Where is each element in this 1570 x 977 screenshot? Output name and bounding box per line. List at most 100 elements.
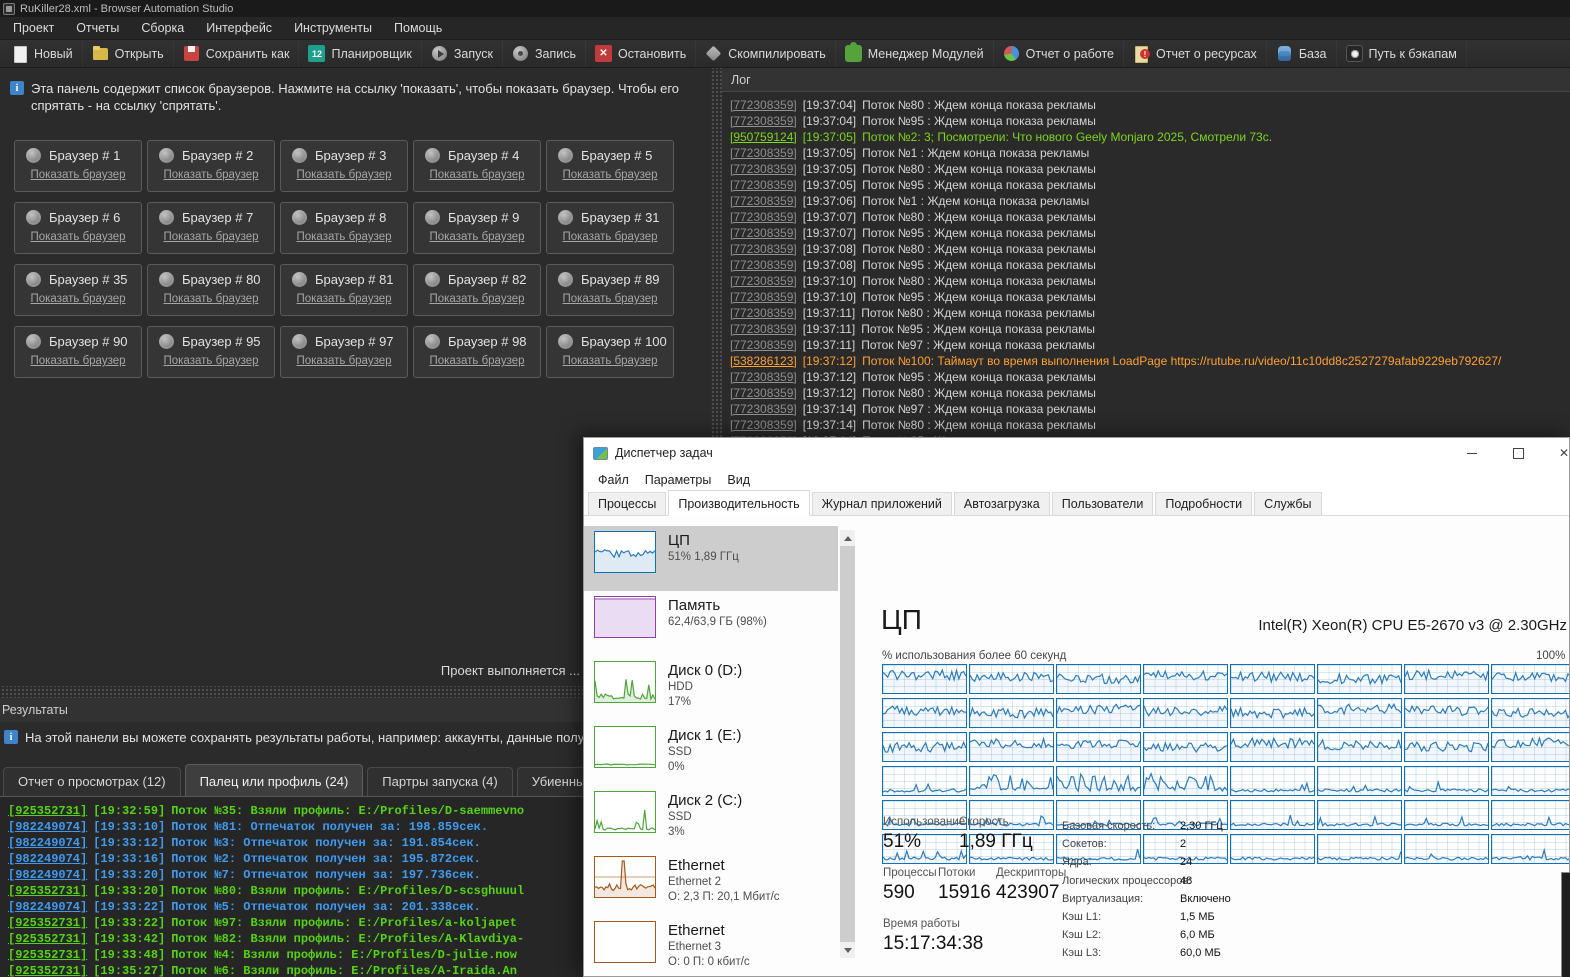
show-browser-link[interactable]: Показать браузер (414, 169, 540, 181)
tm-tab-1[interactable]: Процессы (588, 492, 667, 516)
menu-item-5[interactable]: Инструменты (283, 17, 383, 39)
results-tab-1[interactable]: Отчет о просмотрах (12) (3, 767, 181, 796)
result-entry-id-link[interactable]: [982249074] (8, 900, 87, 914)
tm-tab-5[interactable]: Пользователи (1051, 492, 1154, 516)
toolbar-button-scheduler[interactable]: 12 Планировщик (299, 40, 422, 67)
sidebar-item-cpu[interactable]: ЦП 51% 1,89 ГГц (584, 526, 838, 591)
show-browser-link[interactable]: Показать браузер (15, 355, 141, 367)
result-entry-id-link[interactable]: [925352731] (8, 964, 87, 977)
tm-tab-2[interactable]: Производительность (668, 490, 810, 516)
show-browser-link[interactable]: Показать браузер (148, 169, 274, 181)
toolbar-button-open-folder[interactable]: Открыть (83, 40, 174, 67)
sidebar-item-disk-2[interactable]: Диск 2 (C:) SSD 3% (584, 786, 838, 851)
toolbar-button-modules-puzzle[interactable]: Менеджер Модулей (836, 40, 994, 67)
log-entry-id-link[interactable]: [772308359] (730, 274, 797, 288)
log-entry-id-link[interactable]: [772308359] (730, 178, 797, 192)
toolbar-button-save-as[interactable]: Сохранить как (174, 40, 300, 67)
log-entry-id-link[interactable]: [772308359] (730, 418, 797, 432)
toolbar-button-backup-clock[interactable]: Путь к бэкапам (1337, 40, 1467, 67)
result-entry-id-link[interactable]: [925352731] (8, 884, 87, 898)
log-entry-id-link[interactable]: [772308359] (730, 322, 797, 336)
result-entry-id-link[interactable]: [925352731] (8, 804, 87, 818)
tm-menu-item-2[interactable]: Параметры (637, 473, 720, 487)
log-entry-id-link[interactable]: [772308359] (730, 210, 797, 224)
log-entry-id-link[interactable]: [772308359] (730, 290, 797, 304)
tm-tab-6[interactable]: Подробности (1155, 492, 1253, 516)
log-entry-id-link[interactable]: [772308359] (730, 402, 797, 416)
toolbar-button-record[interactable]: Запись (503, 40, 586, 67)
log-entry-id-link[interactable]: [538286123] (730, 354, 797, 368)
show-browser-link[interactable]: Показать браузер (281, 231, 407, 243)
show-browser-link[interactable]: Показать браузер (547, 169, 673, 181)
show-browser-link[interactable]: Показать браузер (414, 231, 540, 243)
show-browser-link[interactable]: Показать браузер (281, 355, 407, 367)
tm-tab-3[interactable]: Журнал приложений (811, 492, 952, 516)
tm-tab-4[interactable]: Автозагрузка (953, 492, 1050, 516)
toolbar-button-compile-cube[interactable]: Скомпилировать (696, 40, 836, 67)
log-entry-id-link[interactable]: [772308359] (730, 386, 797, 400)
log-entry-id-link[interactable]: [772308359] (730, 98, 797, 112)
toolbar-button-stop[interactable]: Остановить (586, 40, 697, 67)
log-entry-id-link[interactable]: [772308359] (730, 306, 797, 320)
result-entry-id-link[interactable]: [982249074] (8, 852, 87, 866)
menu-item-6[interactable]: Помощь (383, 17, 453, 39)
log-entry-id-link[interactable]: [772308359] (730, 114, 797, 128)
log-entry-id-link[interactable]: [772308359] (730, 242, 797, 256)
toolbar-button-resource-report-warning[interactable]: Отчет о ресурсах (1124, 40, 1267, 67)
menu-item-4[interactable]: Интерфейс (195, 17, 283, 39)
show-browser-link[interactable]: Показать браузер (281, 169, 407, 181)
show-browser-link[interactable]: Показать браузер (547, 293, 673, 305)
sidebar-item-disk-0[interactable]: Диск 0 (D:) HDD 17% (584, 656, 838, 721)
menu-item-3[interactable]: Сборка (130, 17, 195, 39)
tm-titlebar[interactable]: Диспетчер задач (584, 438, 1569, 468)
show-browser-link[interactable]: Показать браузер (15, 231, 141, 243)
maximize-button[interactable] (1495, 438, 1541, 468)
show-browser-link[interactable]: Показать браузер (15, 169, 141, 181)
results-tab-2[interactable]: Палец или профиль (24) (184, 764, 364, 796)
sidebar-item-disk-1[interactable]: Диск 1 (E:) SSD 0% (584, 721, 838, 786)
result-entry-id-link[interactable]: [982249074] (8, 868, 87, 882)
show-browser-link[interactable]: Показать браузер (547, 355, 673, 367)
sidebar-item-ethernet-2[interactable]: Ethernet Ethernet 2 О: 2,3 П: 20,1 Мбит/с (584, 851, 838, 916)
close-button[interactable] (1541, 438, 1569, 468)
log-entry-id-link[interactable]: [950759124] (730, 130, 797, 144)
results-tab-4[interactable]: Убиенные прокси (516, 767, 583, 796)
menu-item-2[interactable]: Отчеты (65, 17, 130, 39)
menu-item-1[interactable]: Проект (2, 17, 65, 39)
sidebar-item-ethernet-3[interactable]: Ethernet Ethernet 3 О: 0 П: 0 кбит/с (584, 916, 838, 976)
show-browser-link[interactable]: Показать браузер (414, 293, 540, 305)
log-entry-id-link[interactable]: [772308359] (730, 338, 797, 352)
show-browser-link[interactable]: Показать браузер (414, 355, 540, 367)
show-browser-link[interactable]: Показать браузер (148, 355, 274, 367)
log-entry-id-link[interactable]: [772308359] (730, 194, 797, 208)
sidebar-item-memory[interactable]: Память 62,4/63,9 ГБ (98%) (584, 591, 838, 656)
result-entry-id-link[interactable]: [925352731] (8, 948, 87, 962)
show-browser-link[interactable]: Показать браузер (148, 293, 274, 305)
minimize-button[interactable] (1449, 438, 1495, 468)
scroll-down-icon[interactable] (840, 942, 855, 958)
tm-menu-item-3[interactable]: Вид (719, 473, 758, 487)
show-browser-link[interactable]: Показать браузер (15, 293, 141, 305)
tm-sidebar-scrollbar[interactable] (840, 530, 855, 958)
result-entry-id-link[interactable]: [982249074] (8, 836, 87, 850)
toolbar-button-database[interactable]: База (1267, 40, 1337, 67)
results-tab-3[interactable]: Партры запуска (4) (367, 767, 513, 796)
tm-menu-item-1[interactable]: Файл (590, 473, 637, 487)
log-entry-id-link[interactable]: [772308359] (730, 146, 797, 160)
tm-tab-7[interactable]: Службы (1254, 492, 1322, 516)
show-browser-link[interactable]: Показать браузер (281, 293, 407, 305)
log-entry-id-link[interactable]: [772308359] (730, 258, 797, 272)
toolbar-button-run[interactable]: Запуск (422, 40, 503, 67)
result-entry-id-link[interactable]: [982249074] (8, 820, 87, 834)
log-entry-id-link[interactable]: [772308359] (730, 370, 797, 384)
result-entry-id-link[interactable]: [925352731] (8, 916, 87, 930)
toolbar-button-work-report-pie[interactable]: Отчет о работе (994, 40, 1125, 67)
result-entry-id-link[interactable]: [925352731] (8, 932, 87, 946)
scrollbar-thumb[interactable] (840, 546, 855, 942)
log-entry-id-link[interactable]: [772308359] (730, 162, 797, 176)
show-browser-link[interactable]: Показать браузер (148, 231, 274, 243)
toolbar-button-new-file[interactable]: Новый (2, 40, 83, 67)
show-browser-link[interactable]: Показать браузер (547, 231, 673, 243)
log-entry-id-link[interactable]: [772308359] (730, 226, 797, 240)
scroll-up-icon[interactable] (840, 530, 855, 546)
